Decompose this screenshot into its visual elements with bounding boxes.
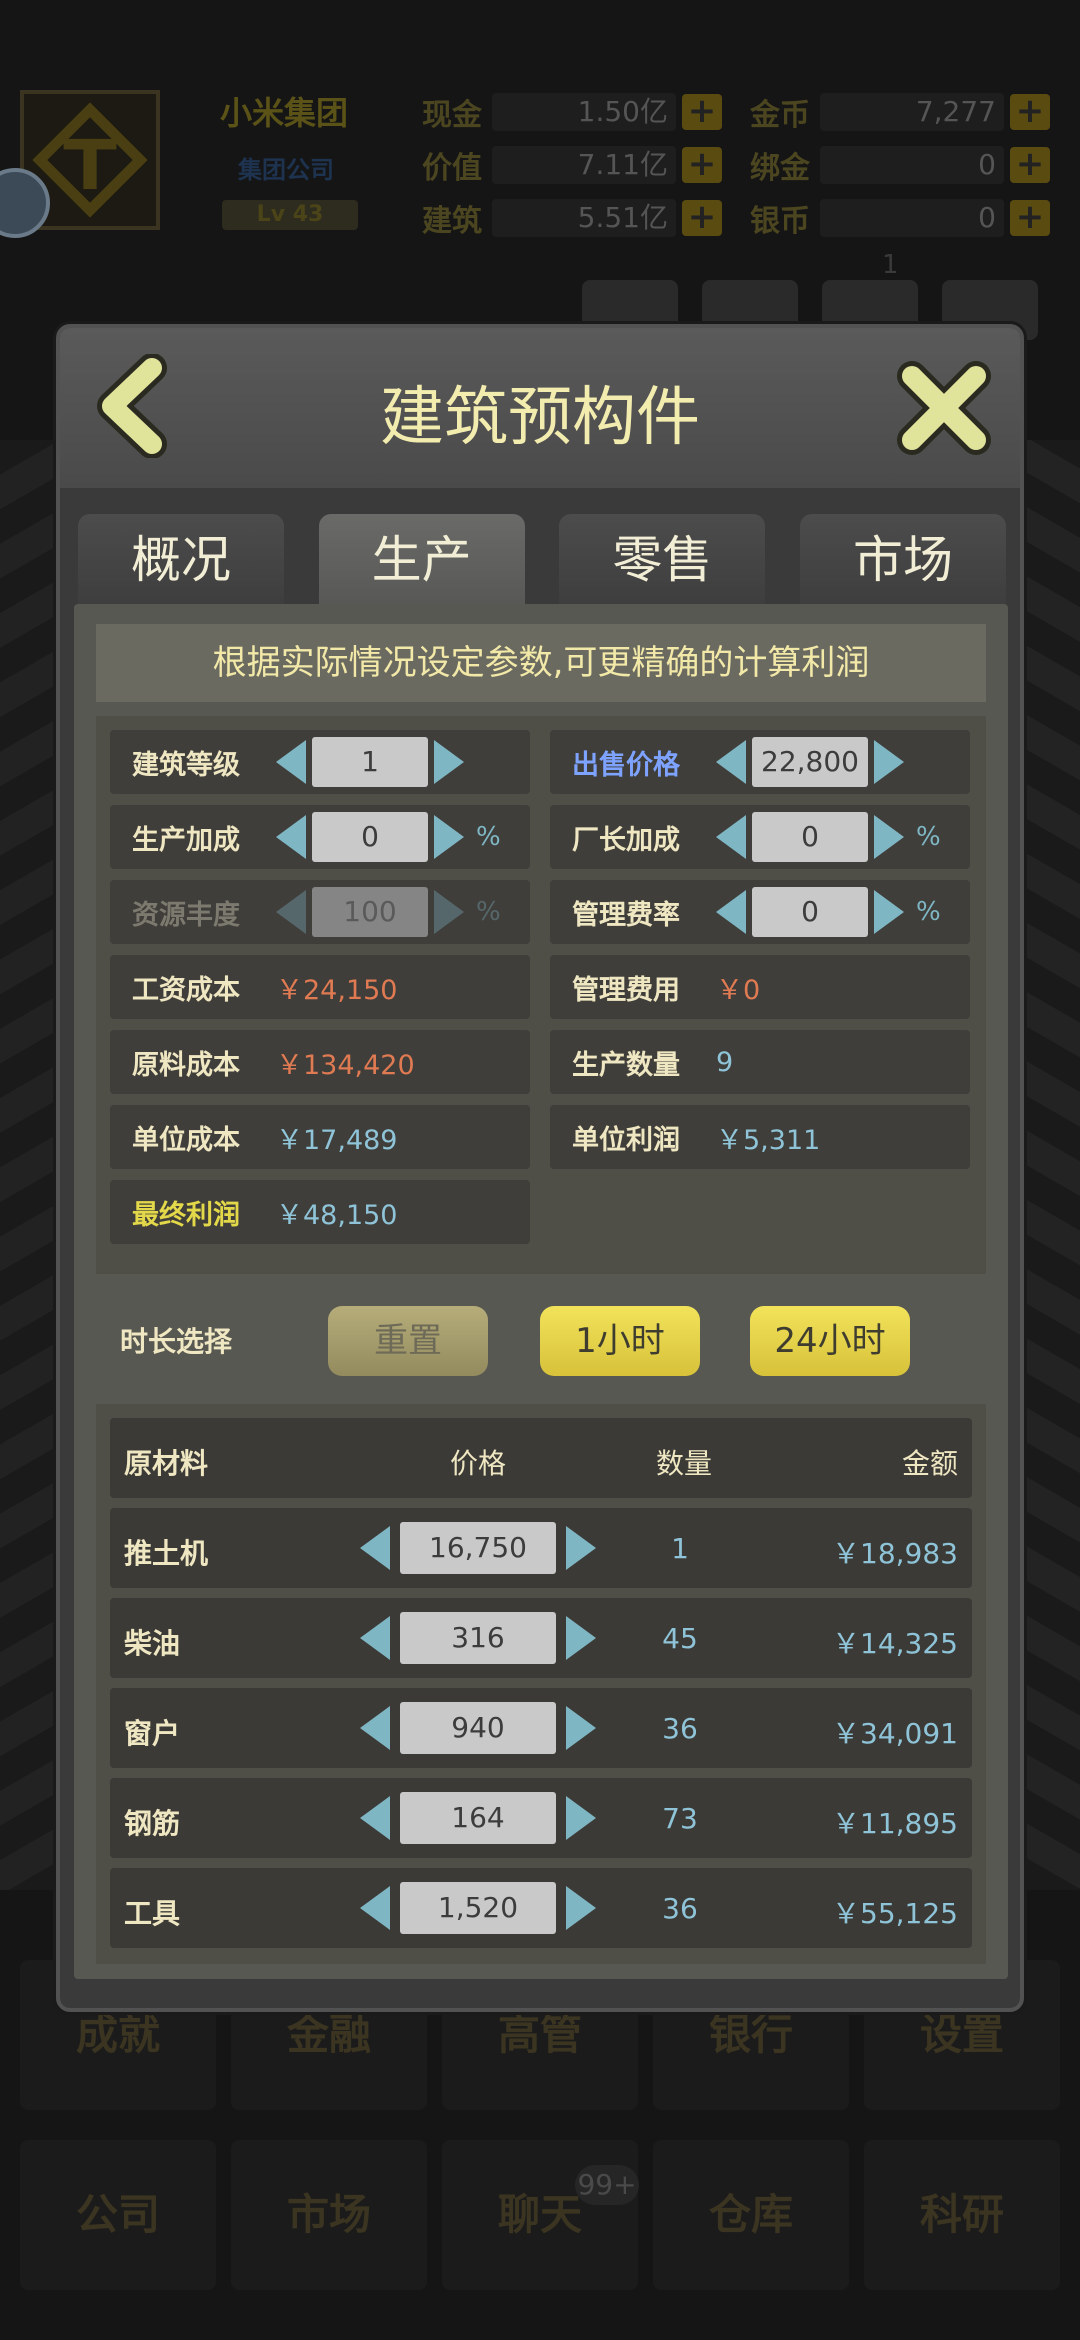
duration-label: 时长选择 bbox=[120, 1325, 233, 1358]
table-row: 柴油 316 45 ￥14,325 bbox=[110, 1598, 972, 1678]
manager-bonus-decrease-button[interactable] bbox=[716, 815, 746, 859]
param-material-cost: 原料成本 ￥134,420 bbox=[110, 1030, 530, 1094]
tab-production[interactable]: 生产 bbox=[318, 514, 525, 604]
param-building-level: 建筑等级 1 bbox=[110, 730, 530, 794]
resource-increase-button bbox=[434, 890, 464, 934]
price-increase-button[interactable] bbox=[566, 1796, 596, 1840]
company-type: 集团公司 bbox=[238, 156, 334, 184]
manager-bonus-input[interactable]: 0 bbox=[752, 812, 868, 862]
menu-warehouse[interactable]: 仓库 bbox=[653, 2140, 849, 2290]
param-resource-abundance: 资源丰度 100 % bbox=[110, 880, 530, 944]
materials-header-row: 原材料 价格 数量 金额 bbox=[110, 1418, 972, 1498]
level-decrease-button[interactable] bbox=[276, 740, 306, 784]
level-increase-button[interactable] bbox=[434, 740, 464, 784]
twenty-four-hour-button[interactable]: 24小时 bbox=[750, 1306, 910, 1376]
bound-gold-add-button[interactable]: + bbox=[1010, 147, 1050, 183]
company-name: 小米集团 bbox=[220, 94, 349, 132]
price-input[interactable]: 164 bbox=[400, 1792, 556, 1844]
mgmt-rate-decrease-button[interactable] bbox=[716, 890, 746, 934]
mgmt-rate-input[interactable]: 0 bbox=[752, 887, 868, 937]
table-row: 工具 1,520 36 ￥55,125 bbox=[110, 1868, 972, 1948]
materials-table: 原材料 价格 数量 金额 推土机 16,750 1 ￥18,983 柴油 316… bbox=[96, 1404, 986, 1964]
param-unit-cost: 单位成本 ￥17,489 bbox=[110, 1105, 530, 1169]
price-decrease-button[interactable] bbox=[360, 1886, 390, 1930]
price-decrease-button[interactable] bbox=[360, 1796, 390, 1840]
prod-bonus-increase-button[interactable] bbox=[434, 815, 464, 859]
hud-stat-value: 价值 7.11亿 + bbox=[422, 145, 722, 186]
map-edge-left bbox=[0, 440, 58, 1890]
resource-input: 100 bbox=[312, 887, 428, 937]
manager-bonus-increase-button[interactable] bbox=[874, 815, 904, 859]
menu-company[interactable]: 公司 bbox=[20, 2140, 216, 2290]
hud-stat-silver: 银币 0 + bbox=[750, 198, 1050, 239]
table-row: 窗户 940 36 ￥34,091 bbox=[110, 1688, 972, 1768]
duration-selector: 时长选择 重置 1小时 24小时 bbox=[96, 1294, 986, 1384]
sale-price-decrease-button[interactable] bbox=[716, 740, 746, 784]
price-input[interactable]: 940 bbox=[400, 1702, 556, 1754]
price-increase-button[interactable] bbox=[566, 1526, 596, 1570]
silver-add-button[interactable]: + bbox=[1010, 200, 1050, 236]
param-grid: 建筑等级 1 出售价格 22,800 生产加成 0 % 厂长加成 0 % 资源丰… bbox=[96, 716, 986, 1274]
building-add-button[interactable]: + bbox=[682, 200, 722, 236]
cash-add-button[interactable]: + bbox=[682, 94, 722, 130]
price-increase-button[interactable] bbox=[566, 1706, 596, 1750]
price-input[interactable]: 316 bbox=[400, 1612, 556, 1664]
production-panel: 根据实际情况设定参数,可更精确的计算利润 建筑等级 1 出售价格 22,800 … bbox=[74, 604, 1008, 1979]
reset-button[interactable]: 重置 bbox=[328, 1306, 488, 1376]
param-production-bonus: 生产加成 0 % bbox=[110, 805, 530, 869]
prod-bonus-decrease-button[interactable] bbox=[276, 815, 306, 859]
hud-stat-gold: 金币 7,277 + bbox=[750, 92, 1050, 133]
price-decrease-button[interactable] bbox=[360, 1616, 390, 1660]
price-increase-button[interactable] bbox=[566, 1886, 596, 1930]
table-row: 推土机 16,750 1 ￥18,983 bbox=[110, 1508, 972, 1588]
price-input[interactable]: 1,520 bbox=[400, 1882, 556, 1934]
sale-price-increase-button[interactable] bbox=[874, 740, 904, 784]
menu-chat[interactable]: 聊天 bbox=[442, 2140, 638, 2290]
building-dialog: 建筑预构件 概况 生产 零售 市场 根据实际情况设定参数,可更精确的计算利润 建… bbox=[56, 324, 1024, 2012]
dialog-header: 建筑预构件 bbox=[60, 328, 1020, 488]
close-icon[interactable] bbox=[892, 356, 996, 460]
mgmt-rate-increase-button[interactable] bbox=[874, 890, 904, 934]
prod-bonus-input[interactable]: 0 bbox=[312, 812, 428, 862]
chat-badge: 99+ bbox=[575, 2165, 639, 2205]
param-output-quantity: 生产数量 9 bbox=[550, 1030, 970, 1094]
hud-stat-cash: 现金 1.50亿 + bbox=[422, 92, 722, 133]
map-notif-count: 1 bbox=[882, 250, 899, 280]
sale-price-input[interactable]: 22,800 bbox=[752, 737, 868, 787]
price-decrease-button[interactable] bbox=[360, 1526, 390, 1570]
table-row: 钢筋 164 73 ￥11,895 bbox=[110, 1778, 972, 1858]
one-hour-button[interactable]: 1小时 bbox=[540, 1306, 700, 1376]
param-final-profit: 最终利润 ￥48,150 bbox=[110, 1180, 530, 1244]
menu-market[interactable]: 市场 bbox=[231, 2140, 427, 2290]
price-increase-button[interactable] bbox=[566, 1616, 596, 1660]
tab-retail[interactable]: 零售 bbox=[559, 514, 766, 604]
dialog-tabs: 概况 生产 零售 市场 bbox=[78, 514, 1006, 604]
hud-stat-bound-gold: 绑金 0 + bbox=[750, 145, 1050, 186]
param-unit-profit: 单位利润 ￥5,311 bbox=[550, 1105, 970, 1169]
menu-research[interactable]: 科研 bbox=[864, 2140, 1060, 2290]
price-input[interactable]: 16,750 bbox=[400, 1522, 556, 1574]
param-sale-price: 出售价格 22,800 bbox=[550, 730, 970, 794]
hud-stat-building: 建筑 5.51亿 + bbox=[422, 198, 722, 239]
value-add-button[interactable]: + bbox=[682, 147, 722, 183]
param-wage-cost: 工资成本 ￥24,150 bbox=[110, 955, 530, 1019]
param-management-rate: 管理费率 0 % bbox=[550, 880, 970, 944]
resource-decrease-button bbox=[276, 890, 306, 934]
tab-market[interactable]: 市场 bbox=[799, 514, 1006, 604]
param-manager-bonus: 厂长加成 0 % bbox=[550, 805, 970, 869]
gold-add-button[interactable]: + bbox=[1010, 94, 1050, 130]
bottom-menu: 成就 金融 高管 银行 设置 公司 市场 聊天 仓库 科研 bbox=[20, 1960, 1060, 2320]
dialog-title: 建筑预构件 bbox=[380, 381, 700, 455]
hint-text: 根据实际情况设定参数,可更精确的计算利润 bbox=[96, 624, 986, 702]
level-input[interactable]: 1 bbox=[312, 737, 428, 787]
param-management-fee: 管理费用 ￥0 bbox=[550, 955, 970, 1019]
company-level: Lv 43 bbox=[222, 200, 358, 230]
price-decrease-button[interactable] bbox=[360, 1706, 390, 1750]
map-edge-right bbox=[1022, 440, 1080, 1890]
tab-overview[interactable]: 概况 bbox=[78, 514, 284, 604]
